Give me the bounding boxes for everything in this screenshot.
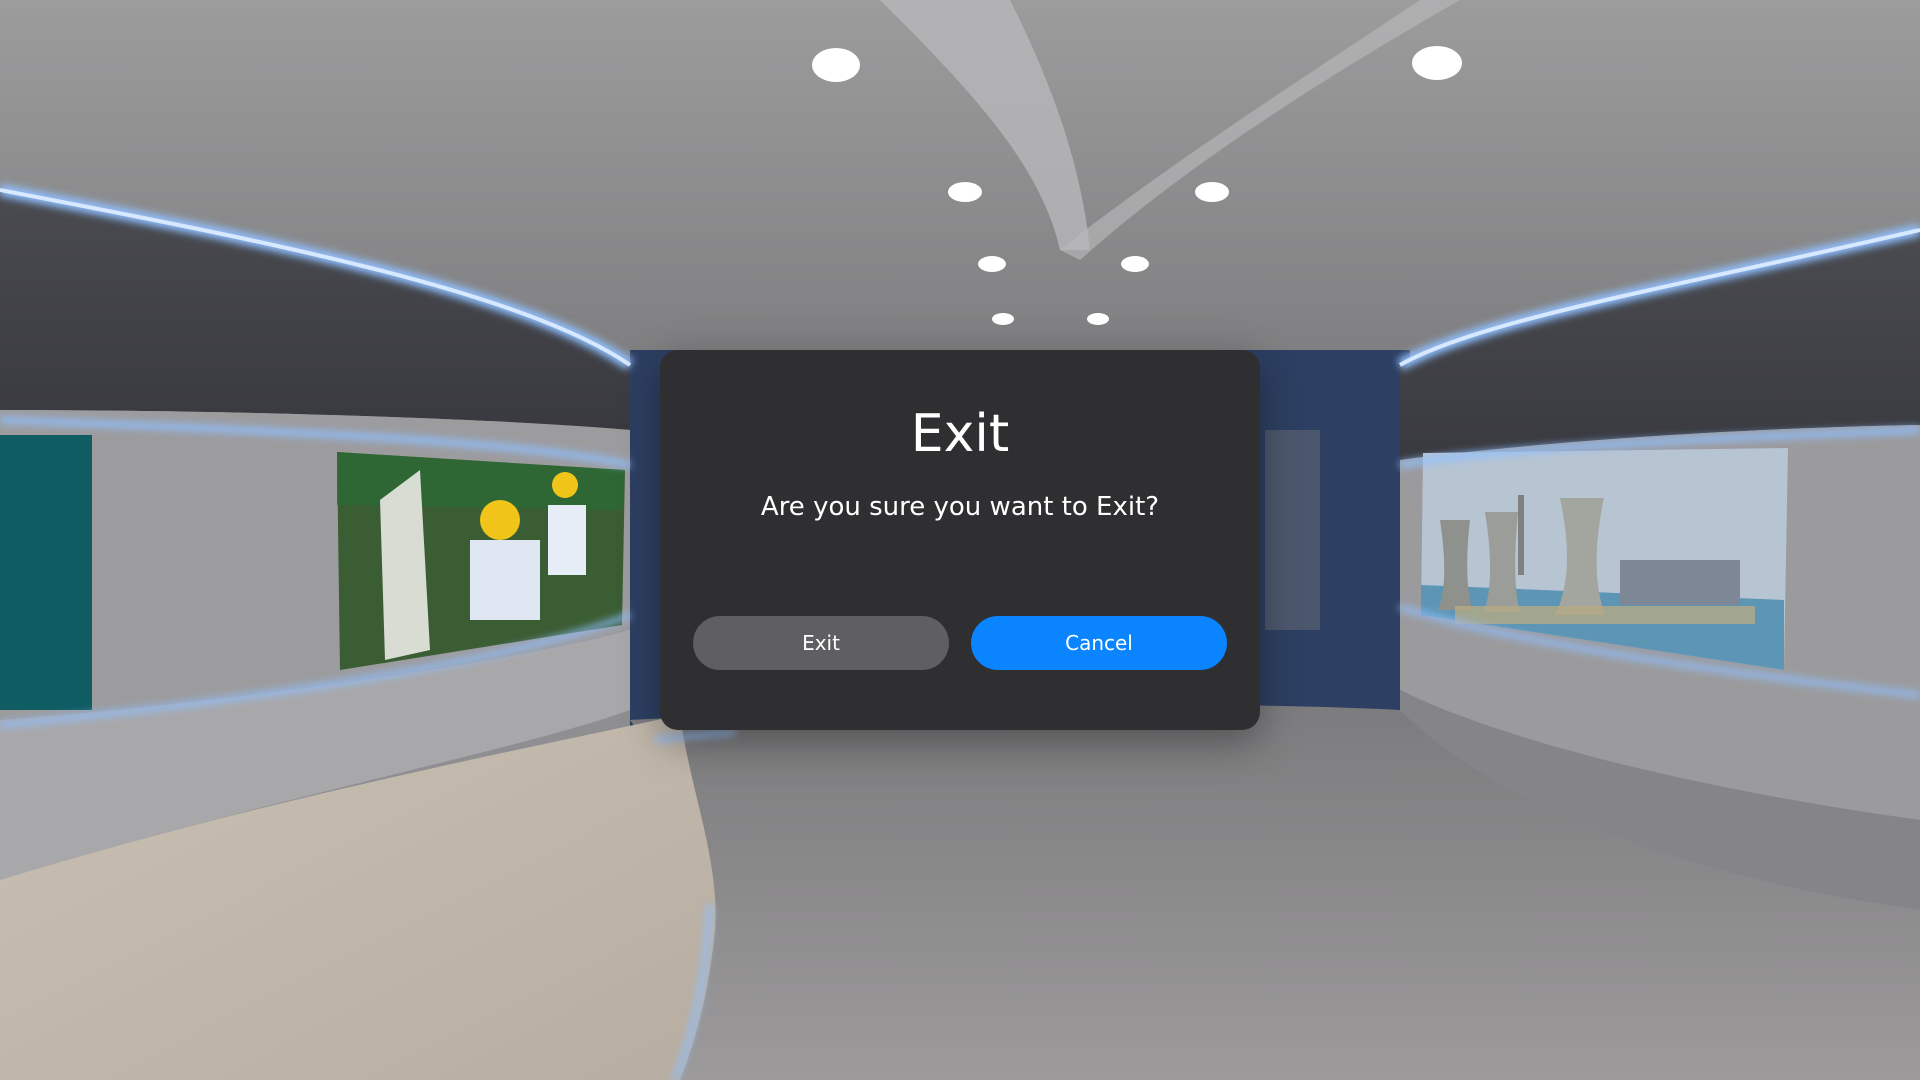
dialog-message: Are you sure you want to Exit? [760,492,1160,522]
dialog-title: Exit [910,404,1010,464]
modal-overlay: Exit Are you sure you want to Exit? Exit… [0,0,1920,1080]
exit-button[interactable]: Exit [693,616,949,670]
cancel-button[interactable]: Cancel [971,616,1227,670]
exit-dialog: Exit Are you sure you want to Exit? Exit… [660,350,1260,730]
